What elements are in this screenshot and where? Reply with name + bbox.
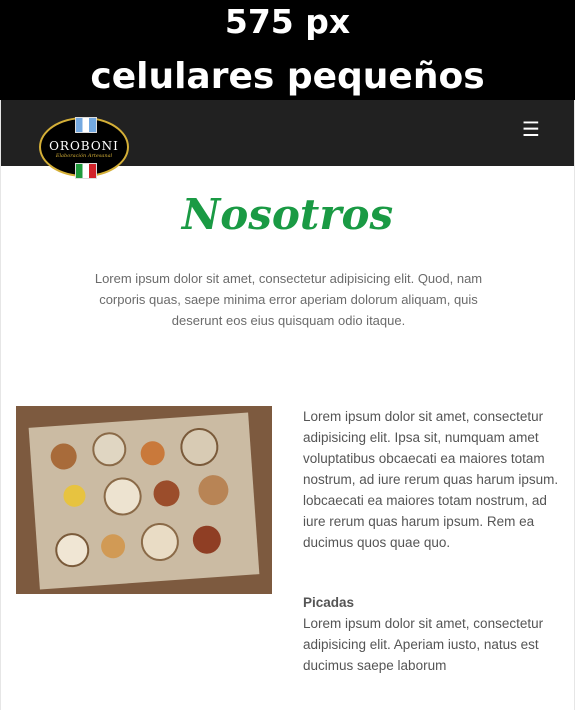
logo-subtitle: Elaboración Artesanal	[55, 153, 113, 159]
section-heading-picadas: Picadas	[303, 595, 355, 610]
picada-photo	[16, 406, 272, 594]
picadas-paragraph: Lorem ipsum dolor sit amet, consectetur …	[303, 616, 544, 673]
italy-flag-icon	[75, 163, 97, 179]
banner-device-label: celulares pequeños	[90, 56, 485, 97]
about-paragraph: Lorem ipsum dolor sit amet, consectetur …	[303, 409, 559, 550]
navbar: OROBONI Elaboración Artesanal ☰	[1, 100, 574, 179]
intro-paragraph: Lorem ipsum dolor sit amet, consectetur …	[94, 271, 483, 328]
caption-banner: 575 px celulares pequeños	[0, 0, 575, 100]
food-board	[28, 412, 260, 590]
logo-name: OROBONI	[49, 139, 119, 153]
brand-logo[interactable]: OROBONI Elaboración Artesanal	[39, 117, 129, 179]
hamburger-menu-icon[interactable]: ☰	[521, 118, 541, 140]
page-viewport: OROBONI Elaboración Artesanal ☰ Nosotros…	[0, 100, 575, 710]
page-title: Nosotros	[181, 190, 394, 239]
banner-width-label: 575 px	[224, 2, 351, 41]
argentina-flag-icon	[75, 117, 97, 133]
